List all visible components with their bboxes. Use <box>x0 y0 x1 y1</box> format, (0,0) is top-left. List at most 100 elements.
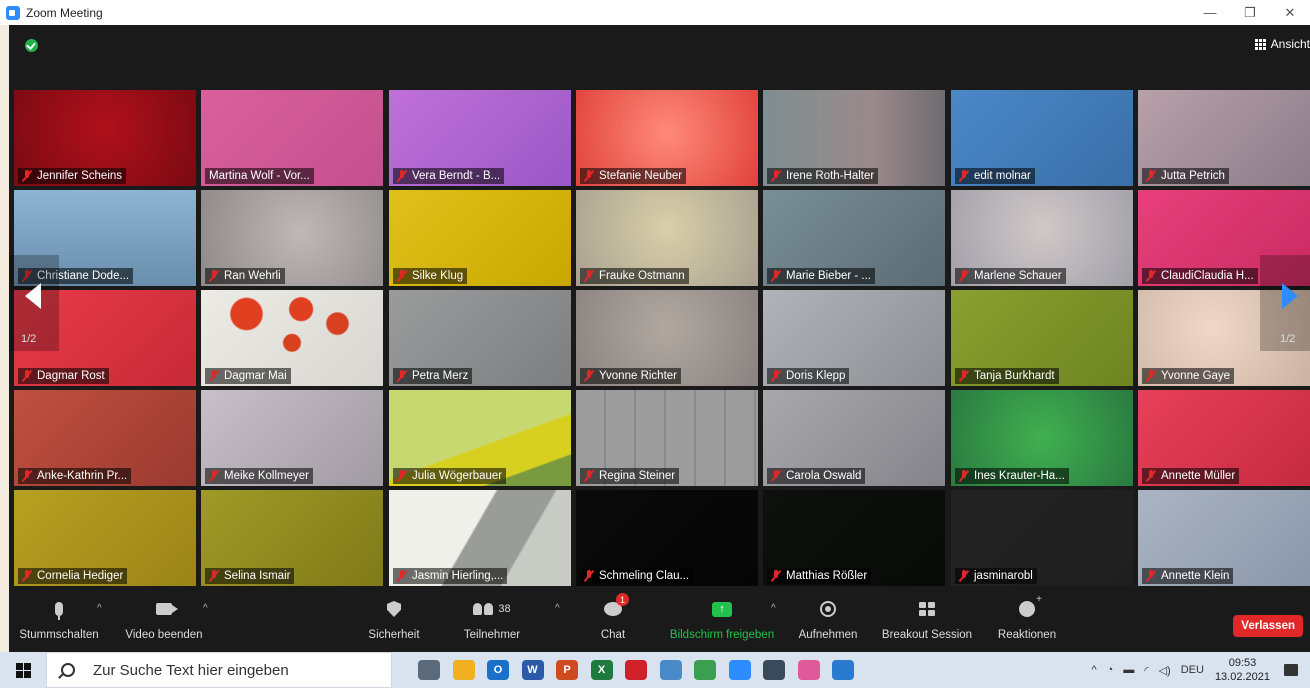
record-button[interactable]: Aufnehmen <box>793 595 863 652</box>
close-button[interactable]: ✕ <box>1270 0 1310 25</box>
participant-name-tag: Cornelia Hediger <box>18 568 128 584</box>
zoom-meeting-window: Ansicht Jennifer Scheins Martina Wolf - V… <box>9 25 1310 652</box>
participant-tile[interactable]: Jasmin Hierling,... <box>389 490 571 586</box>
calculator-icon[interactable] <box>763 660 785 680</box>
acrobat-icon[interactable] <box>625 660 647 680</box>
next-page-button[interactable]: 1/2 <box>1260 255 1310 351</box>
participant-name: Ran Wehrli <box>224 270 281 282</box>
paint-icon[interactable] <box>797 660 820 680</box>
participants-options-chevron-icon[interactable]: ^ <box>555 603 560 614</box>
participant-tile[interactable]: Matthias Rößler <box>763 490 945 586</box>
participant-tile[interactable]: Stefanie Neuber <box>576 90 758 186</box>
powerpoint-icon[interactable]: P <box>556 660 578 680</box>
participant-name-tag: Ines Krauter-Ha... <box>955 468 1069 484</box>
outlook-icon[interactable]: O <box>487 660 509 680</box>
share-screen-icon: ↑ <box>712 601 732 617</box>
wifi-icon[interactable]: ◜ <box>1144 664 1148 677</box>
participant-name: Vera Berndt - B... <box>412 170 501 182</box>
language-indicator[interactable]: DEU <box>1181 664 1204 676</box>
participant-tile[interactable]: Irene Roth-Halter <box>763 90 945 186</box>
taskbar-clock[interactable]: 09:53 13.02.2021 <box>1215 656 1270 684</box>
task-view-icon[interactable] <box>418 660 440 680</box>
battery-icon[interactable]: ▬ <box>1123 664 1134 676</box>
breakout-session-button[interactable]: Breakout Session <box>875 595 979 652</box>
participant-name-tag: Irene Roth-Halter <box>767 168 879 184</box>
participant-tile[interactable]: Tanja Burkhardt <box>951 290 1133 386</box>
window-titlebar: Zoom Meeting — ❐ ✕ <box>0 0 1310 25</box>
participant-name: Jasmin Hierling,... <box>412 570 504 582</box>
start-button[interactable] <box>0 652 46 688</box>
shield-icon <box>387 601 401 617</box>
participant-name-tag: Annette Klein <box>1142 568 1234 584</box>
paint-glyph <box>798 660 820 680</box>
taskbar-search-box[interactable]: Zur Suche Text hier eingeben <box>46 652 392 688</box>
excel-icon[interactable]: X <box>590 660 613 680</box>
volume-icon[interactable]: ◁) <box>1159 664 1171 677</box>
participant-tile[interactable]: edit molnar <box>951 90 1133 186</box>
audio-options-chevron-icon[interactable]: ^ <box>97 603 102 614</box>
participant-tile[interactable]: Selina Ismair <box>201 490 383 586</box>
participant-name: Yvonne Richter <box>599 370 677 382</box>
muted-mic-icon <box>1146 570 1156 582</box>
security-button[interactable]: Sicherheit <box>364 595 424 652</box>
zoom-icon[interactable] <box>728 660 751 680</box>
participant-tile[interactable]: Doris Klepp <box>763 290 945 386</box>
excel-glyph: X <box>597 664 606 676</box>
participant-name-tag: Tanja Burkhardt <box>955 368 1059 384</box>
participant-tile[interactable]: Cornelia Hediger <box>14 490 196 586</box>
store-icon[interactable] <box>832 660 854 680</box>
participants-button[interactable]: 38 Teilnehmer <box>457 595 527 652</box>
chevron-right-icon <box>1282 283 1298 309</box>
participant-tile[interactable]: Julia Wögerbauer <box>389 390 571 486</box>
share-screen-button[interactable]: ↑ Bildschirm freigeben <box>659 595 785 652</box>
participant-tile[interactable]: Jutta Petrich <box>1138 90 1310 186</box>
participant-tile[interactable]: Dagmar Mai <box>201 290 383 386</box>
leave-meeting-button[interactable]: Verlassen <box>1233 615 1303 637</box>
participant-tile[interactable]: jasminarobl <box>951 490 1133 586</box>
participant-tile[interactable]: Martina Wolf - Vor... <box>201 90 383 186</box>
search-placeholder: Zur Suche Text hier eingeben <box>93 661 289 679</box>
participant-name-tag: Annette Müller <box>1142 468 1240 484</box>
participant-name: Meike Kollmeyer <box>224 470 309 482</box>
participant-tile[interactable]: Silke Klug <box>389 190 571 286</box>
participant-tile[interactable]: Schmeling Clau... <box>576 490 758 586</box>
reactions-button[interactable]: Reaktionen <box>989 594 1065 652</box>
participant-tile[interactable]: Frauke Ostmann <box>576 190 758 286</box>
encryption-shield-icon[interactable] <box>25 39 38 52</box>
participant-tile[interactable]: Marlene Schauer <box>951 190 1133 286</box>
participant-tile[interactable]: Carola Oswald <box>763 390 945 486</box>
participant-tile[interactable]: Anke-Kathrin Pr... <box>14 390 196 486</box>
participant-tile[interactable]: Annette Klein <box>1138 490 1310 586</box>
participant-name: Marlene Schauer <box>974 270 1062 282</box>
participant-tile[interactable]: Ran Wehrli <box>201 190 383 286</box>
participant-name: Doris Klepp <box>786 370 846 382</box>
participant-tile[interactable]: Regina Steiner <box>576 390 758 486</box>
participant-tile[interactable]: Meike Kollmeyer <box>201 390 383 486</box>
outlook-glyph: O <box>493 664 503 676</box>
share-options-chevron-icon[interactable]: ^ <box>771 603 776 614</box>
word-icon[interactable]: W <box>521 660 544 680</box>
participant-tile[interactable]: Yvonne Richter <box>576 290 758 386</box>
participant-tile[interactable]: Petra Merz <box>389 290 571 386</box>
app-icon[interactable] <box>659 660 682 680</box>
minimize-button[interactable]: — <box>1190 0 1230 25</box>
participant-tile[interactable]: Jennifer Scheins <box>14 90 196 186</box>
file-explorer-icon[interactable] <box>452 660 475 680</box>
previous-page-button[interactable]: 1/2 <box>9 255 59 351</box>
participant-tile[interactable]: Annette Müller <box>1138 390 1310 486</box>
participant-tile[interactable]: Vera Berndt - B... <box>389 90 571 186</box>
restore-button[interactable]: ❐ <box>1230 0 1270 25</box>
participant-tile[interactable]: Ines Krauter-Ha... <box>951 390 1133 486</box>
chat-button[interactable]: 1 Chat <box>593 593 633 652</box>
view-button[interactable]: Ansicht <box>1254 35 1310 53</box>
participant-name: Petra Merz <box>412 370 469 382</box>
notification-center-icon[interactable] <box>1284 664 1298 676</box>
network-icon[interactable]: ◔ <box>1107 664 1114 676</box>
mute-button[interactable]: Stummschalten <box>15 595 103 652</box>
show-hidden-icons-chevron-icon[interactable]: ^ <box>1091 664 1096 676</box>
participant-tile[interactable]: Marie Bieber - ... <box>763 190 945 286</box>
stop-video-button[interactable]: Video beenden <box>119 595 209 652</box>
chrome-icon[interactable] <box>694 660 716 680</box>
muted-mic-icon <box>22 570 32 582</box>
video-options-chevron-icon[interactable]: ^ <box>203 603 208 614</box>
